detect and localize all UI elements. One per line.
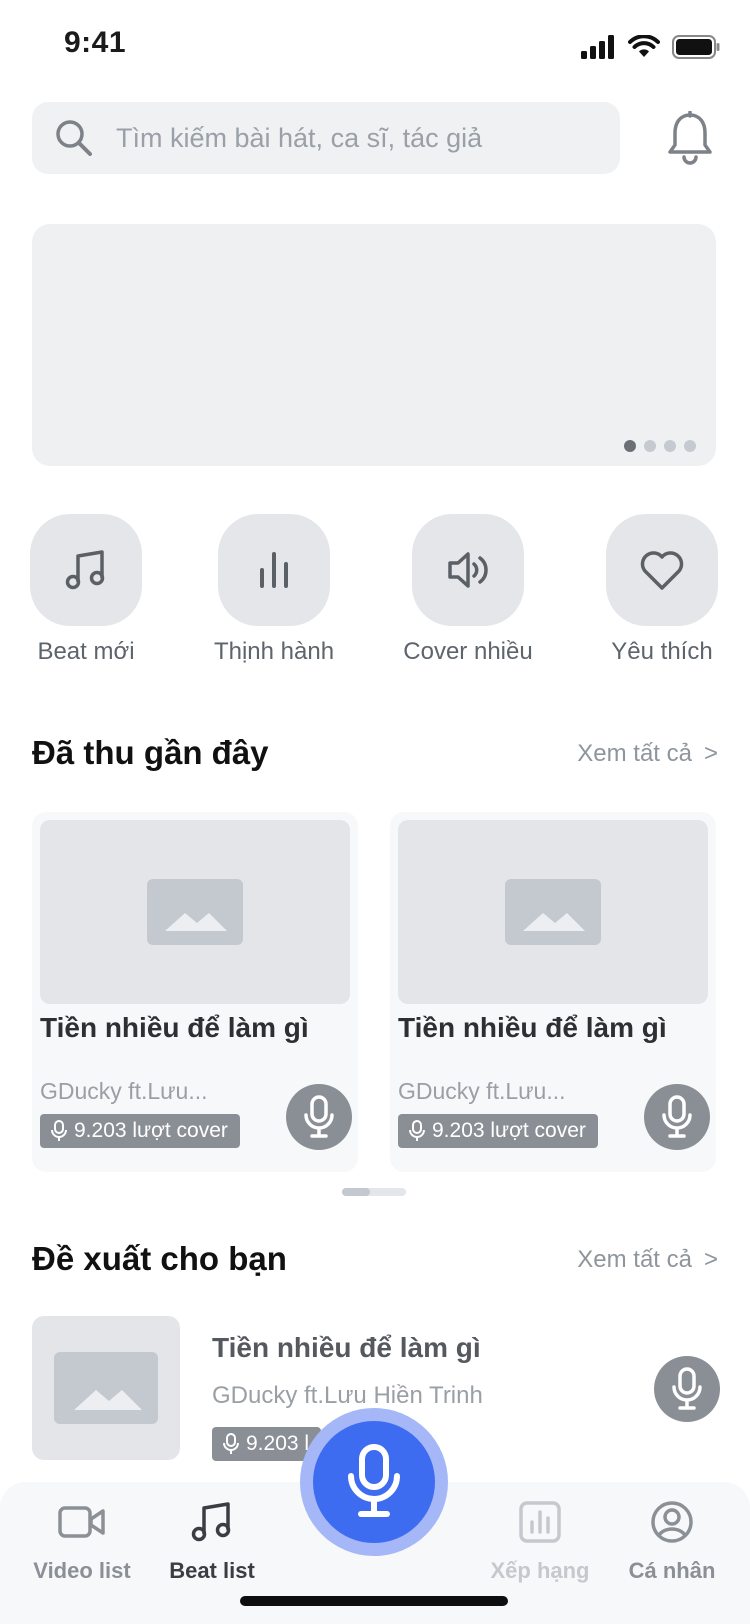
cover-count-badge: 9.203 lượt cover <box>40 1114 240 1148</box>
cellular-signal-icon <box>581 35 614 59</box>
category-shortcuts: Beat mới Thịnh hành Cover nhiều Yêu thíc… <box>0 514 750 674</box>
record-song-button[interactable] <box>286 1084 352 1150</box>
tab-label: Beat list <box>169 1558 255 1583</box>
suggested-song-title[interactable]: Tiền nhiều để làm gì <box>212 1332 481 1364</box>
bar-chart-icon <box>260 552 288 588</box>
category-label: Thịnh hành <box>213 638 335 665</box>
song-title: Tiền nhiều để làm gì <box>40 1012 309 1043</box>
cover-count-badge: 9.203 lượt cover <box>398 1114 598 1148</box>
cover-count-text: 9.203 l <box>246 1432 310 1455</box>
microphone-icon <box>672 1367 702 1410</box>
microphone-icon <box>662 1095 692 1138</box>
banner-dot <box>664 440 676 452</box>
search-icon <box>52 116 96 160</box>
category-beat-moi[interactable]: Beat mới <box>6 514 166 666</box>
tab-video-list[interactable]: Video list <box>12 1496 152 1584</box>
suggested-section-title: Đề xuất cho bạn <box>32 1240 287 1277</box>
tab-ca-nhan[interactable]: Cá nhân <box>602 1496 742 1584</box>
chevron-right-icon: > <box>703 740 718 767</box>
notification-button[interactable] <box>662 108 718 168</box>
microphone-icon <box>409 1120 425 1141</box>
category-cover-nhieu[interactable]: Cover nhiều <box>388 514 548 666</box>
cover-count-text: 9.203 lượt cover <box>432 1119 586 1142</box>
tab-beat-list[interactable]: Beat list <box>142 1496 282 1584</box>
home-indicator <box>240 1596 508 1606</box>
category-label: Cover nhiều <box>403 638 533 665</box>
tab-xep-hang[interactable]: Xếp hạng <box>470 1496 610 1584</box>
wifi-icon <box>628 35 660 57</box>
bell-icon <box>668 111 712 165</box>
microphone-icon <box>304 1095 334 1138</box>
category-label: Yêu thích <box>611 638 713 665</box>
record-song-button[interactable] <box>654 1356 720 1422</box>
recent-section-title: Đã thu gần đây <box>32 734 269 771</box>
ranking-chart-icon <box>519 1501 561 1543</box>
microphone-icon <box>223 1433 239 1454</box>
recent-card[interactable]: Tiền nhiều để làm gì GDucky ft.Lưu... 9.… <box>390 812 716 1172</box>
song-artist: GDucky ft.Lưu... <box>398 1078 566 1104</box>
banner-dot <box>684 440 696 452</box>
record-song-button[interactable] <box>644 1084 710 1150</box>
category-tile[interactable] <box>606 514 718 626</box>
song-thumbnail <box>398 820 708 1004</box>
record-button[interactable] <box>300 1408 448 1556</box>
see-all-label: Xem tất cả <box>577 740 692 767</box>
status-icons <box>580 30 720 64</box>
tab-label: Video list <box>33 1558 131 1583</box>
speaker-icon <box>448 552 488 588</box>
record-button-core[interactable] <box>313 1421 435 1543</box>
category-tile[interactable] <box>30 514 142 626</box>
cover-count-text: 9.203 lượt cover <box>74 1119 228 1142</box>
image-placeholder-icon <box>505 879 601 945</box>
horizontal-scroll-indicator <box>342 1188 406 1196</box>
music-note-icon <box>191 1502 231 1542</box>
banner-page-indicator <box>624 440 696 452</box>
music-note-icon <box>65 550 105 590</box>
battery-icon <box>672 35 720 59</box>
scroll-indicator-thumb <box>342 1188 370 1196</box>
category-label: Beat mới <box>37 638 135 665</box>
status-time: 9:41 <box>64 26 127 59</box>
status-bar: 9:41 <box>0 0 750 92</box>
recent-card[interactable]: Tiền nhiều để làm gì GDucky ft.Lưu... 9.… <box>32 812 358 1172</box>
search-bar[interactable] <box>32 102 620 174</box>
song-thumbnail <box>40 820 350 1004</box>
banner-carousel[interactable] <box>32 224 716 466</box>
see-all-label: Xem tất cả <box>577 1246 692 1273</box>
search-input[interactable] <box>116 122 596 154</box>
chevron-right-icon: > <box>703 1246 718 1273</box>
microphone-icon <box>348 1444 400 1517</box>
recent-see-all-link[interactable]: Xem tất cả > <box>577 740 718 768</box>
image-placeholder-icon <box>54 1352 158 1424</box>
suggested-see-all-link[interactable]: Xem tất cả > <box>577 1246 718 1274</box>
tab-label: Xếp hạng <box>490 1558 590 1583</box>
banner-dot-active <box>624 440 636 452</box>
category-thinh-hanh[interactable]: Thịnh hành <box>194 514 354 666</box>
category-tile[interactable] <box>412 514 524 626</box>
user-circle-icon <box>651 1501 693 1543</box>
category-yeu-thich[interactable]: Yêu thích <box>582 514 742 666</box>
banner-dot <box>644 440 656 452</box>
suggested-song-thumbnail[interactable] <box>32 1316 180 1460</box>
song-title: Tiền nhiều để làm gì <box>398 1012 667 1043</box>
heart-icon <box>640 551 684 590</box>
image-placeholder-icon <box>147 879 243 945</box>
suggested-song-artist: GDucky ft.Lưu Hiền Trinh <box>212 1382 483 1409</box>
song-artist: GDucky ft.Lưu... <box>40 1078 208 1104</box>
video-camera-icon <box>58 1506 105 1538</box>
category-tile[interactable] <box>218 514 330 626</box>
microphone-icon <box>51 1120 67 1141</box>
tab-label: Cá nhân <box>628 1558 716 1583</box>
